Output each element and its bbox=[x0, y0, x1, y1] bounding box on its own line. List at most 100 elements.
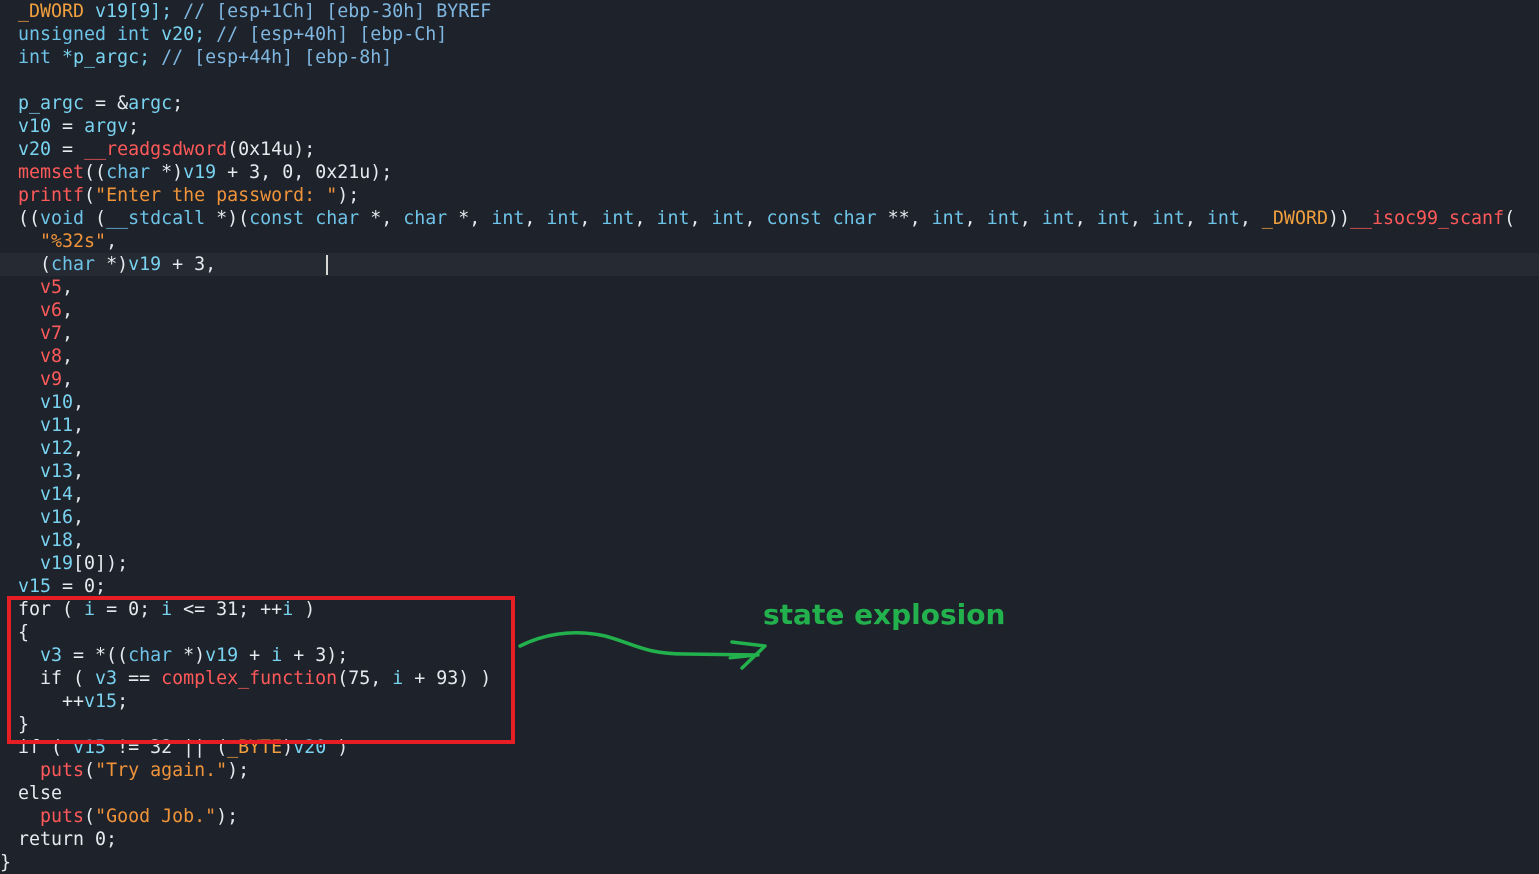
code-token: v3 bbox=[95, 668, 118, 689]
code-line[interactable]: ++v15; bbox=[0, 690, 1539, 713]
code-token: } bbox=[0, 852, 12, 873]
code-token: ; bbox=[128, 116, 140, 137]
code-token: v12 bbox=[40, 438, 74, 459]
code-token: , bbox=[1239, 208, 1262, 229]
code-token: printf bbox=[18, 185, 85, 206]
code-token: ) bbox=[326, 737, 349, 758]
code-line[interactable]: v10, bbox=[0, 391, 1539, 414]
code-token: = bbox=[51, 116, 85, 137]
code-token: i bbox=[392, 668, 404, 689]
code-line[interactable]: ((void (__stdcall *)(const char *, char … bbox=[0, 207, 1539, 230]
code-line[interactable]: puts("Try again."); bbox=[0, 759, 1539, 782]
code-line[interactable]: v20 = __readgsdword(0x14u); bbox=[0, 138, 1539, 161]
code-token: v9 bbox=[40, 369, 63, 390]
code-token: "Enter the password: " bbox=[95, 185, 338, 206]
code-token: + 3); bbox=[282, 645, 349, 666]
code-token: v18 bbox=[40, 530, 74, 551]
code-token: *)( bbox=[205, 208, 250, 229]
code-token: int bbox=[1206, 208, 1240, 229]
code-line[interactable]: v5, bbox=[0, 276, 1539, 299]
code-token: v19 bbox=[205, 645, 239, 666]
code-token: = & bbox=[84, 93, 129, 114]
code-line[interactable]: v19[0]); bbox=[0, 552, 1539, 575]
code-line[interactable]: v10 = argv; bbox=[0, 115, 1539, 138]
code-token: v20; bbox=[150, 24, 217, 45]
code-line[interactable]: v13, bbox=[0, 460, 1539, 483]
code-token: unsigned int bbox=[18, 24, 151, 45]
code-line[interactable]: _DWORD v19[9]; // [esp+1Ch] [ebp-30h] BY… bbox=[0, 0, 1539, 23]
code-line[interactable]: memset((char *)v19 + 3, 0, 0x21u); bbox=[0, 161, 1539, 184]
code-token: (( bbox=[18, 208, 41, 229]
code-line[interactable]: printf("Enter the password: "); bbox=[0, 184, 1539, 207]
code-token: int bbox=[491, 208, 525, 229]
code-token: , bbox=[62, 300, 74, 321]
code-token: , bbox=[1019, 208, 1042, 229]
code-token: ++ bbox=[18, 691, 85, 712]
code-token: // [esp+44h] [ebp-8h] bbox=[161, 47, 393, 68]
code-line[interactable]: v12, bbox=[0, 437, 1539, 460]
code-line[interactable]: (char *)v19 + 3, bbox=[0, 253, 1539, 276]
code-line[interactable]: v8, bbox=[0, 345, 1539, 368]
annotation-arrow bbox=[518, 630, 767, 670]
code-token: v3 bbox=[40, 645, 63, 666]
code-token: // [esp+1Ch] [ebp-30h] BYREF bbox=[183, 1, 492, 22]
code-token: const char bbox=[249, 208, 360, 229]
code-token: int bbox=[656, 208, 690, 229]
code-line[interactable]: int *p_argc; // [esp+44h] [ebp-8h] bbox=[0, 46, 1539, 69]
code-line[interactable]: } bbox=[0, 851, 1539, 874]
code-token: (( bbox=[84, 162, 107, 183]
code-line[interactable]: else bbox=[0, 782, 1539, 805]
code-token: , bbox=[634, 208, 657, 229]
annotation-label: state explosion bbox=[763, 598, 1006, 631]
code-token: memset bbox=[18, 162, 85, 183]
code-token: i bbox=[84, 599, 96, 620]
code-token: (0x14u); bbox=[227, 139, 316, 160]
code-line[interactable]: v16, bbox=[0, 506, 1539, 529]
code-line[interactable]: if ( v15 != 32 || (_BYTE)v20 ) bbox=[0, 736, 1539, 759]
code-token: "%32s" bbox=[40, 231, 107, 252]
code-token: , bbox=[689, 208, 712, 229]
code-token: + 93) ) bbox=[403, 668, 492, 689]
code-token: ( bbox=[84, 208, 107, 229]
code-token: v15 bbox=[18, 576, 52, 597]
code-token: , bbox=[73, 484, 85, 505]
code-token: i bbox=[161, 599, 173, 620]
code-token: = *(( bbox=[62, 645, 129, 666]
code-line[interactable]: puts("Good Job."); bbox=[0, 805, 1539, 828]
code-token: puts bbox=[40, 806, 85, 827]
code-token: v19[9]; bbox=[84, 1, 184, 22]
code-token: *) bbox=[150, 162, 184, 183]
code-token: = 0; bbox=[95, 599, 162, 620]
code-line[interactable]: v7, bbox=[0, 322, 1539, 345]
code-line[interactable]: v14, bbox=[0, 483, 1539, 506]
code-token: if ( bbox=[18, 737, 74, 758]
code-line[interactable]: } bbox=[0, 713, 1539, 736]
code-token: char bbox=[403, 208, 448, 229]
code-token: ); bbox=[227, 760, 250, 781]
code-line[interactable]: v6, bbox=[0, 299, 1539, 322]
code-token: , bbox=[1129, 208, 1152, 229]
code-token: int bbox=[986, 208, 1020, 229]
code-line[interactable] bbox=[0, 69, 1539, 92]
code-token: , bbox=[62, 346, 74, 367]
code-token: int bbox=[1151, 208, 1185, 229]
code-line[interactable]: p_argc = &argc; bbox=[0, 92, 1539, 115]
code-token: _BYTE bbox=[227, 737, 283, 758]
code-line[interactable]: return 0; bbox=[0, 828, 1539, 851]
code-token: , bbox=[579, 208, 602, 229]
code-line[interactable]: v11, bbox=[0, 414, 1539, 437]
code-token: char bbox=[128, 645, 173, 666]
code-line[interactable]: v9, bbox=[0, 368, 1539, 391]
code-line[interactable]: v18, bbox=[0, 529, 1539, 552]
code-token: puts bbox=[40, 760, 85, 781]
code-line[interactable]: v15 = 0; bbox=[0, 575, 1539, 598]
code-line[interactable]: "%32s", bbox=[0, 230, 1539, 253]
code-token: + 3, 0, 0x21u); bbox=[216, 162, 393, 183]
code-line[interactable]: unsigned int v20; // [esp+40h] [ebp-Ch] bbox=[0, 23, 1539, 46]
